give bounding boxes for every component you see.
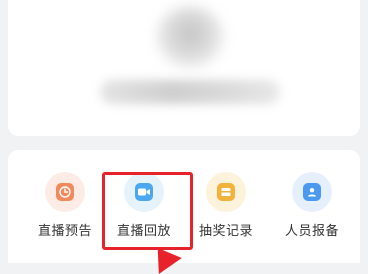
blurred-name-text [100,80,280,104]
action-label: 人员报备 [284,224,339,239]
clock-icon [45,172,85,212]
gift-box-icon [206,172,246,212]
live-preview-button[interactable]: 直播预告 [25,172,105,242]
staff-report-button[interactable]: 人员报备 [272,172,352,242]
profile-card [8,0,360,136]
person-badge-icon [292,172,332,212]
highlight-box [102,172,193,250]
lottery-records-button[interactable]: 抽奖记录 [186,172,266,242]
blurred-avatar [156,6,224,68]
action-label: 抽奖记录 [198,224,253,239]
action-label: 直播预告 [37,224,92,239]
